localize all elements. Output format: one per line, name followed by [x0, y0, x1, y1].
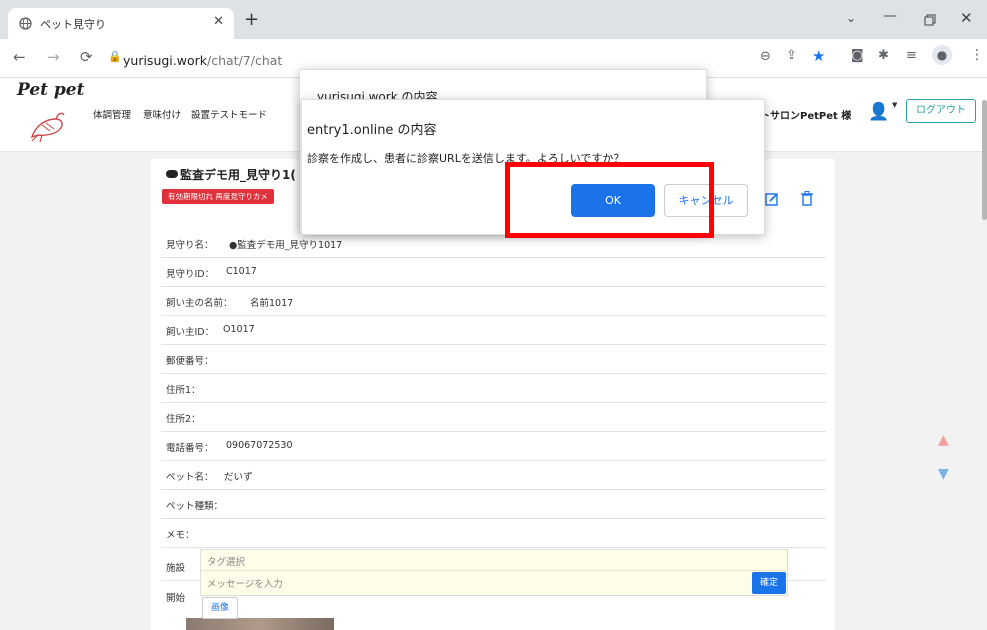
minimize-icon[interactable]: — [883, 8, 897, 24]
field-row-owner-id: 飼い主ID： O1017 [161, 315, 826, 345]
user-name: トサロンPetPet 様 [760, 111, 852, 122]
logout-button[interactable]: ログアウト [906, 99, 976, 123]
browser-tab-strip: ペット見守り ✕ + ⌄ — ✕ [0, 0, 987, 39]
user-avatar-icon[interactable]: 👤 [868, 102, 889, 122]
field-row-pet-type: ペット種類： [161, 489, 826, 519]
field-row-pet-name: ペット名： だいず [161, 460, 826, 490]
field-row-watch-id: 見守りID： C1017 [161, 257, 826, 287]
reading-list-icon[interactable]: ≡ [906, 48, 917, 63]
menu-icon[interactable]: ⋮ [970, 47, 984, 63]
new-tab-button[interactable]: + [244, 9, 259, 30]
url-host: yurisugi.work [123, 53, 207, 68]
field-row-owner-name: 飼い主の名前： 名前1017 [161, 286, 826, 316]
reload-icon[interactable]: ⟳ [80, 48, 93, 66]
url-path: /chat/7/chat [207, 53, 283, 68]
nav-health[interactable]: 体調管理 [93, 107, 131, 121]
confirm-button[interactable]: 確定 [752, 572, 786, 594]
expired-badge: 有効期限切れ 再度見守りカメ [162, 189, 274, 204]
card-title: 監査デモ用_見守り1( [180, 168, 296, 182]
field-row-phone: 電話番号： 09067072530 [161, 431, 826, 461]
tab-title: ペット見守り [40, 18, 106, 31]
dialog-title: entry1.online の内容 [307, 123, 437, 138]
chat-divider [201, 570, 787, 571]
restore-icon[interactable] [924, 14, 936, 26]
logo-text: Pet pet [17, 80, 85, 100]
share-icon[interactable]: ⇪ [786, 48, 797, 63]
field-row-address1: 住所1： [161, 373, 826, 403]
message-input[interactable]: メッセージを入力 [207, 576, 283, 590]
nav-setup-test[interactable]: 設置テストモード [191, 107, 267, 121]
lock-icon: 🔒 [108, 50, 122, 63]
photo-thumbnail[interactable] [186, 618, 334, 630]
bookmark-star-icon[interactable]: ★ [812, 47, 825, 65]
highlight-box [505, 162, 714, 238]
url-field[interactable]: 🔒 yurisugi.work/chat/7/chat [108, 45, 838, 71]
close-window-icon[interactable]: ✕ [960, 9, 973, 27]
camera-icon[interactable]: ◙ [851, 48, 864, 63]
chat-input-panel: タグ選択 メッセージを入力 確定 [200, 549, 788, 596]
edit-icon[interactable] [765, 192, 779, 206]
chevron-down-icon[interactable]: ▼ [892, 101, 897, 109]
zoom-icon[interactable]: ⊖ [760, 49, 771, 64]
globe-icon [19, 17, 32, 30]
scroll-down-icon[interactable]: ▼ [938, 466, 949, 482]
profile-icon[interactable]: ● [932, 45, 952, 65]
scroll-up-icon[interactable]: ▲ [938, 432, 949, 448]
browser-tab[interactable]: ペット見守り ✕ [8, 8, 234, 39]
scrollbar[interactable] [982, 100, 987, 220]
tab-search-icon[interactable]: ⌄ [846, 11, 856, 25]
bird-logo-icon [30, 112, 65, 143]
image-button[interactable]: 画像 [202, 597, 238, 619]
forward-icon[interactable]: → [47, 48, 60, 66]
status-dot-icon [166, 170, 178, 178]
field-row-memo: メモ： [161, 518, 826, 548]
trash-icon[interactable] [801, 191, 813, 206]
field-row-postal: 郵便番号： [161, 344, 826, 374]
extensions-icon[interactable]: ✱ [878, 48, 889, 63]
close-tab-icon[interactable]: ✕ [213, 14, 224, 29]
nav-meaning[interactable]: 意味付け [143, 107, 181, 121]
field-row-address2: 住所2： [161, 402, 826, 432]
tag-select[interactable]: タグ選択 [207, 554, 245, 568]
back-icon[interactable]: ← [13, 48, 26, 66]
